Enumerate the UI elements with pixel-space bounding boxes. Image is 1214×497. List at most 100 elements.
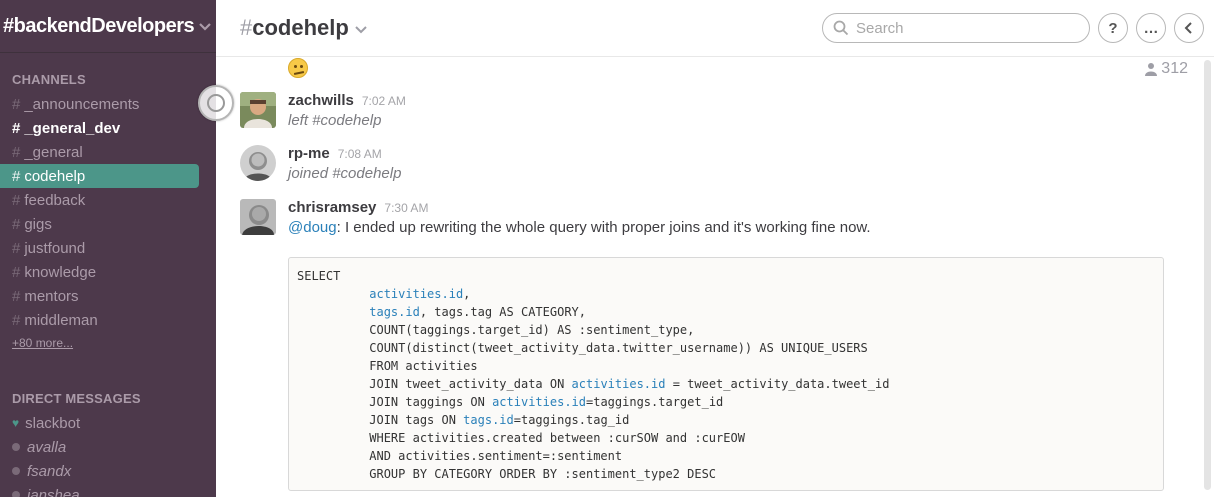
timestamp[interactable]: 7:08 AM (338, 147, 382, 161)
chevron-left-icon (1184, 22, 1192, 34)
avatar[interactable] (240, 199, 276, 235)
code-line: JOIN tags ON tags.id=taggings.tag_id (297, 413, 630, 427)
timestamp[interactable]: 7:02 AM (362, 94, 406, 108)
unread-indicator-icon[interactable] (198, 85, 234, 121)
avatar[interactable] (240, 145, 276, 181)
channel-label: _general_dev (24, 119, 121, 137)
hash-icon: # (12, 215, 21, 233)
code-line: tags.id, tags.tag AS CATEGORY, (369, 305, 586, 319)
message-text: left #codehelp (288, 112, 382, 129)
code-line: WHERE activities.created between :curSOW… (297, 431, 745, 445)
heart-icon: ♥ (12, 416, 20, 430)
dm-list: ♥ slackbot avalla fsandx ianshea (0, 411, 216, 497)
presence-dot-icon (12, 491, 20, 497)
scrollbar[interactable] (1204, 60, 1211, 490)
code-line: JOIN taggings ON activities.id=taggings.… (297, 395, 724, 409)
code-line: SELECT (297, 269, 341, 283)
code-line: COUNT(distinct(tweet_activity_data.twitt… (297, 341, 868, 355)
member-count[interactable]: 312 (1145, 60, 1188, 78)
code-link[interactable]: activities.id (492, 395, 586, 409)
message: zachwills 7:02 AM left #codehelp (240, 92, 1180, 132)
hash-icon: # (12, 311, 21, 329)
channel-label: gigs (24, 215, 52, 233)
channel-label: _general (24, 143, 83, 161)
code-link[interactable]: tags.id (463, 413, 514, 427)
message-text-body: : I ended up rewriting the whole query w… (336, 219, 871, 236)
help-button[interactable]: ? (1098, 13, 1128, 43)
message: rp-me 7:08 AM joined #codehelp (240, 145, 1180, 185)
dm-label: slackbot (25, 414, 81, 432)
dm-label: avalla (27, 438, 67, 456)
channel-header: #codehelp ? … (216, 0, 1214, 57)
sidebar-item-codehelp[interactable]: # codehelp (0, 164, 199, 188)
sidebar-item-mentors[interactable]: # mentors (0, 284, 216, 308)
username[interactable]: zachwills (288, 92, 354, 109)
channel-title[interactable]: #codehelp (240, 15, 349, 41)
dm-label: ianshea (27, 486, 80, 497)
team-menu[interactable]: #backendDevelopers (0, 0, 216, 53)
dm-item-ianshea[interactable]: ianshea (0, 483, 216, 497)
message-text: @doug: I ended up rewriting the whole qu… (288, 219, 1180, 236)
mention-link[interactable]: @doug (288, 219, 337, 236)
collapse-button[interactable] (1174, 13, 1204, 43)
dm-item-avalla[interactable]: avalla (0, 435, 216, 459)
channel-label: knowledge (24, 263, 97, 281)
dm-item-slackbot[interactable]: ♥ slackbot (0, 411, 216, 435)
channel-label: mentors (24, 287, 79, 305)
direct-messages-section-title[interactable]: DIRECT MESSAGES (12, 391, 141, 406)
channel-label: justfound (24, 239, 86, 257)
username[interactable]: chrisramsey (288, 199, 376, 216)
presence-dot-icon (12, 467, 20, 475)
timestamp[interactable]: 7:30 AM (384, 201, 428, 215)
code-line: AND activities.sentiment=:sentiment (297, 449, 623, 463)
member-icon (1145, 63, 1158, 76)
sidebar-item-gigs[interactable]: # gigs (0, 212, 216, 236)
confused-emoji-icon (288, 58, 308, 84)
hash-icon: # (12, 287, 21, 305)
more-channels-link[interactable]: +80 more... (12, 336, 73, 350)
sidebar-item-justfound[interactable]: # justfound (0, 236, 216, 260)
code-line: COUNT(taggings.target_id) AS :sentiment_… (297, 323, 695, 337)
message-text: joined #codehelp (288, 165, 402, 182)
channel-list: # _announcements # _general_dev # _general … (0, 92, 216, 332)
hash-icon: # (12, 143, 21, 161)
username[interactable]: rp-me (288, 145, 330, 162)
search-icon (833, 20, 849, 36)
hash-icon: # (12, 263, 21, 281)
code-link[interactable]: tags.id (369, 305, 420, 319)
dm-label: fsandx (27, 462, 72, 480)
presence-dot-icon (12, 443, 20, 451)
search-input[interactable] (856, 19, 1076, 37)
more-button[interactable]: … (1136, 13, 1166, 43)
hash-icon: # (12, 191, 21, 209)
sidebar-item-general-dev[interactable]: # _general_dev (0, 116, 216, 140)
code-line: JOIN tweet_activity_data ON activities.i… (297, 377, 890, 391)
dm-item-fsandx[interactable]: fsandx (0, 459, 216, 483)
sidebar-item-middleman[interactable]: # middleman (0, 308, 216, 332)
channel-label: codehelp (24, 167, 86, 185)
code-link[interactable]: activities.id (369, 287, 463, 301)
hash-icon: # (12, 239, 21, 257)
channel-label: feedback (24, 191, 86, 209)
code-line: FROM activities (297, 359, 478, 373)
search-field[interactable] (822, 13, 1090, 43)
message-pane: 312 zachwills 7:02 AM left #codehelp rp-m… (216, 58, 1214, 497)
code-link[interactable]: activities.id (572, 377, 666, 391)
chevron-down-icon[interactable] (354, 24, 368, 36)
sidebar-item-feedback[interactable]: # feedback (0, 188, 216, 212)
member-count-value: 312 (1161, 60, 1188, 77)
channel-label: _announcements (24, 95, 140, 113)
code-block[interactable]: SELECT activities.id, tags.id, tags.tag … (288, 257, 1164, 491)
sidebar-item-knowledge[interactable]: # knowledge (0, 260, 216, 284)
channel-name: codehelp (252, 15, 349, 40)
code-line: activities.id, (369, 287, 471, 301)
channel-label: middleman (24, 311, 98, 329)
hash-icon: # (12, 119, 21, 137)
sidebar-item-announcements[interactable]: # _announcements (0, 92, 216, 116)
sidebar: #backendDevelopers CHANNELS # _announceme… (0, 0, 216, 497)
sidebar-item-general[interactable]: # _general (0, 140, 216, 164)
code-line: GROUP BY CATEGORY ORDER BY :sentiment_ty… (297, 467, 717, 481)
channels-section-title[interactable]: CHANNELS (12, 72, 86, 87)
avatar[interactable] (240, 92, 276, 128)
hash-icon: # (12, 95, 21, 113)
